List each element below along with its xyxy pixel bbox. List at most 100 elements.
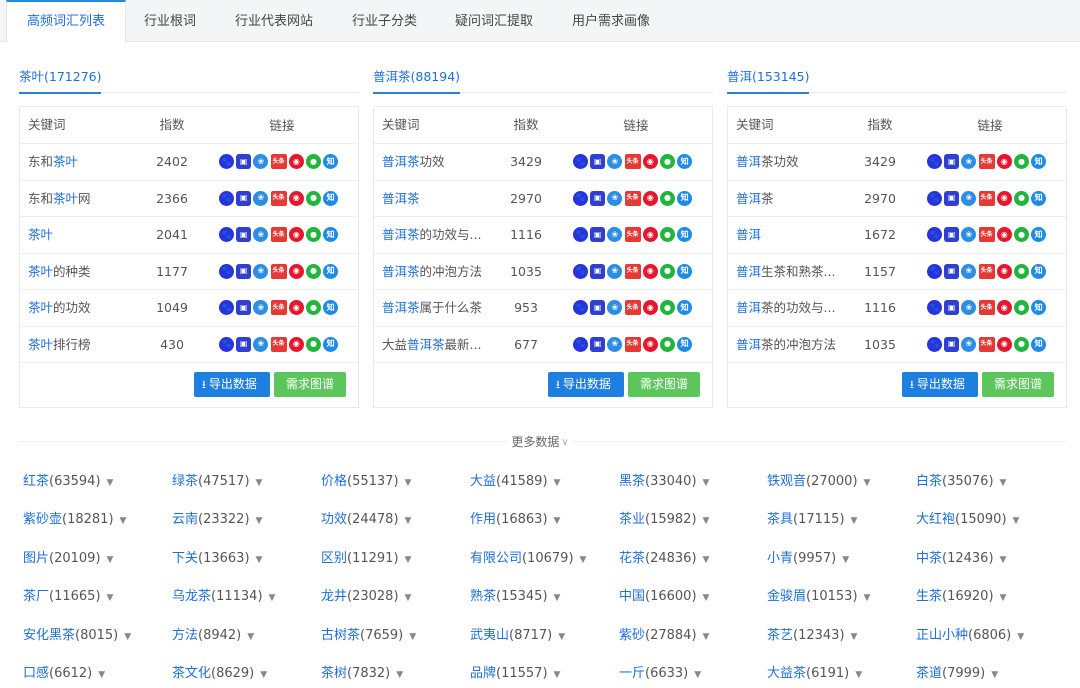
toutiao-icon[interactable]: 头条: [270, 154, 287, 169]
zhihu-icon[interactable]: 知: [323, 300, 339, 315]
tab-industry-subcategories[interactable]: 行业子分类: [332, 0, 437, 42]
wechat-icon[interactable]: ●: [305, 263, 321, 279]
category-tag[interactable]: 花茶(24836) ▼: [619, 547, 709, 566]
baidu-icon[interactable]: 🐾: [927, 154, 942, 169]
category-tag[interactable]: 紫砂壶(18281) ▼: [23, 508, 126, 527]
zhihu-icon[interactable]: 知: [323, 190, 339, 206]
toutiao-icon[interactable]: 头条: [978, 190, 995, 206]
keyword-link[interactable]: 普洱生茶和熟茶...: [736, 254, 835, 290]
keyword-link[interactable]: 茶叶: [28, 217, 53, 253]
360-icon[interactable]: ❀: [961, 154, 977, 169]
wechat-icon[interactable]: ●: [1013, 190, 1029, 206]
wechat-icon[interactable]: ●: [1013, 154, 1029, 169]
mobile-baidu-icon[interactable]: ▣: [236, 227, 252, 242]
baidu-icon[interactable]: 🐾: [573, 190, 588, 206]
mobile-baidu-icon[interactable]: ▣: [590, 300, 606, 315]
baidu-icon[interactable]: 🐾: [573, 227, 588, 242]
tab-user-portrait[interactable]: 用户需求画像: [552, 0, 670, 42]
wechat-icon[interactable]: ●: [659, 336, 675, 352]
panel-title[interactable]: 普洱(153145): [727, 66, 810, 94]
keyword-link[interactable]: 东和茶叶: [28, 144, 78, 180]
360-icon[interactable]: ❀: [253, 300, 269, 315]
category-tag[interactable]: 功效(24478) ▼: [321, 508, 411, 527]
category-tag[interactable]: 中国(16600) ▼: [619, 585, 709, 604]
weibo-icon[interactable]: ◉: [288, 190, 304, 206]
360-icon[interactable]: ❀: [607, 190, 623, 206]
wechat-icon[interactable]: ●: [305, 336, 321, 352]
mobile-baidu-icon[interactable]: ▣: [944, 300, 960, 315]
toutiao-icon[interactable]: 头条: [270, 336, 287, 352]
keyword-link[interactable]: 普洱茶属于什么茶: [382, 290, 482, 326]
category-tag[interactable]: 云南(23322) ▼: [172, 508, 262, 527]
category-tag[interactable]: 大益茶(6191) ▼: [767, 662, 862, 681]
category-tag[interactable]: 茶道(7999) ▼: [916, 662, 998, 681]
toutiao-icon[interactable]: 头条: [978, 263, 995, 279]
360-icon[interactable]: ❀: [961, 300, 977, 315]
mobile-baidu-icon[interactable]: ▣: [944, 154, 960, 169]
mobile-baidu-icon[interactable]: ▣: [236, 190, 252, 206]
baidu-icon[interactable]: 🐾: [573, 300, 588, 315]
keyword-link[interactable]: 普洱茶: [736, 181, 774, 217]
category-tag[interactable]: 茶具(17115) ▼: [767, 508, 857, 527]
weibo-icon[interactable]: ◉: [996, 154, 1012, 169]
weibo-icon[interactable]: ◉: [288, 154, 304, 169]
baidu-icon[interactable]: 🐾: [219, 154, 234, 169]
360-icon[interactable]: ❀: [253, 263, 269, 279]
keyword-link[interactable]: 普洱茶的冲泡方法: [736, 327, 836, 363]
category-tag[interactable]: 一斤(6633) ▼: [619, 662, 701, 681]
keyword-link[interactable]: 普洱茶的功效与...: [736, 290, 835, 326]
weibo-icon[interactable]: ◉: [642, 263, 658, 279]
category-tag[interactable]: 图片(20109) ▼: [23, 547, 113, 566]
360-icon[interactable]: ❀: [607, 227, 623, 242]
wechat-icon[interactable]: ●: [305, 300, 321, 315]
zhihu-icon[interactable]: 知: [1031, 336, 1047, 352]
weibo-icon[interactable]: ◉: [996, 300, 1012, 315]
toutiao-icon[interactable]: 头条: [624, 300, 641, 315]
keyword-link[interactable]: 茶叶的功效: [28, 290, 91, 326]
360-icon[interactable]: ❀: [607, 154, 623, 169]
wechat-icon[interactable]: ●: [305, 190, 321, 206]
demand-graph-button[interactable]: 需求图谱: [628, 372, 700, 397]
keyword-link[interactable]: 普洱茶的冲泡方法: [382, 254, 482, 290]
weibo-icon[interactable]: ◉: [642, 336, 658, 352]
category-tag[interactable]: 乌龙茶(11134) ▼: [172, 585, 275, 604]
weibo-icon[interactable]: ◉: [288, 227, 304, 242]
wechat-icon[interactable]: ●: [659, 227, 675, 242]
keyword-link[interactable]: 东和茶叶网: [28, 181, 91, 217]
export-data-button[interactable]: ⭳ 导出数据: [902, 372, 978, 397]
category-tag[interactable]: 小青(9957) ▼: [767, 547, 849, 566]
weibo-icon[interactable]: ◉: [642, 227, 658, 242]
toutiao-icon[interactable]: 头条: [978, 300, 995, 315]
category-tag[interactable]: 黑茶(33040) ▼: [619, 470, 709, 489]
toutiao-icon[interactable]: 头条: [978, 336, 995, 352]
360-icon[interactable]: ❀: [961, 263, 977, 279]
category-tag[interactable]: 生茶(16920) ▼: [916, 585, 1006, 604]
mobile-baidu-icon[interactable]: ▣: [944, 190, 960, 206]
mobile-baidu-icon[interactable]: ▣: [590, 154, 606, 169]
360-icon[interactable]: ❀: [607, 263, 623, 279]
360-icon[interactable]: ❀: [253, 154, 269, 169]
wechat-icon[interactable]: ●: [305, 227, 321, 242]
zhihu-icon[interactable]: 知: [677, 263, 693, 279]
category-tag[interactable]: 下关(13663) ▼: [172, 547, 262, 566]
category-tag[interactable]: 紫砂(27884) ▼: [619, 624, 709, 643]
demand-graph-button[interactable]: 需求图谱: [274, 372, 346, 397]
zhihu-icon[interactable]: 知: [677, 227, 693, 242]
toutiao-icon[interactable]: 头条: [624, 154, 641, 169]
wechat-icon[interactable]: ●: [659, 263, 675, 279]
mobile-baidu-icon[interactable]: ▣: [236, 154, 252, 169]
category-tag[interactable]: 熟茶(15345) ▼: [470, 585, 560, 604]
category-tag[interactable]: 龙井(23028) ▼: [321, 585, 411, 604]
demand-graph-button[interactable]: 需求图谱: [982, 372, 1054, 397]
category-tag[interactable]: 武夷山(8717) ▼: [470, 624, 565, 643]
baidu-icon[interactable]: 🐾: [219, 263, 234, 279]
tab-high-frequency-words[interactable]: 高频词汇列表: [6, 0, 127, 43]
mobile-baidu-icon[interactable]: ▣: [590, 336, 606, 352]
zhihu-icon[interactable]: 知: [323, 263, 339, 279]
mobile-baidu-icon[interactable]: ▣: [236, 263, 252, 279]
360-icon[interactable]: ❀: [253, 190, 269, 206]
baidu-icon[interactable]: 🐾: [573, 263, 588, 279]
panel-title[interactable]: 茶叶(171276): [19, 66, 102, 94]
toutiao-icon[interactable]: 头条: [624, 227, 641, 242]
category-tag[interactable]: 茶艺(12343) ▼: [767, 624, 857, 643]
